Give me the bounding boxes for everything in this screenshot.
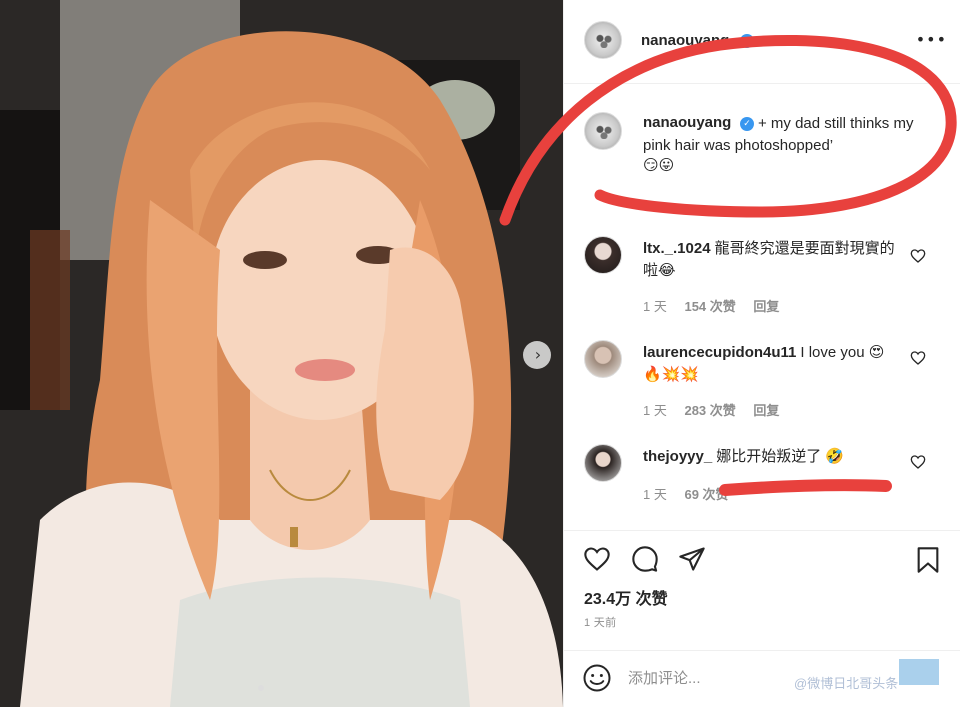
- comment-likes[interactable]: 69 次赞: [684, 487, 728, 502]
- commenter-avatar[interactable]: [584, 236, 622, 274]
- paper-plane-icon[interactable]: [677, 545, 707, 573]
- watermark-text: @微博日北哥头条: [794, 676, 899, 691]
- carousel-indicator: [258, 685, 264, 691]
- comment-meta: 1 天 154 次赞 回复: [643, 296, 793, 315]
- next-photo-button[interactable]: ›: [523, 341, 551, 369]
- post-time: 1 天前: [584, 617, 617, 629]
- commenter-avatar[interactable]: [584, 444, 622, 482]
- comment-reply-button[interactable]: 回复: [753, 299, 779, 314]
- verified-badge-icon: ✓: [740, 34, 754, 48]
- bookmark-icon[interactable]: [914, 545, 942, 575]
- action-bar: [564, 541, 960, 577]
- comment-reply-button[interactable]: 回复: [753, 403, 779, 418]
- comment-like-heart-icon[interactable]: [910, 248, 926, 264]
- owner-avatar[interactable]: [584, 21, 622, 59]
- smiley-icon[interactable]: [582, 663, 612, 693]
- comment-like-heart-icon[interactable]: [910, 350, 926, 366]
- comment-time: 1 天: [643, 487, 667, 502]
- likes-count[interactable]: 23.4万 次赞: [584, 585, 668, 609]
- post-header: nanaouyang ✓ •••: [564, 0, 960, 84]
- comment-username[interactable]: thejoyyy_: [643, 448, 712, 465]
- caption-avatar[interactable]: [584, 112, 622, 150]
- comment-body: thejoyyy_ 娜比开始叛逆了 🤣: [643, 446, 903, 468]
- comment-username[interactable]: laurencecupidon4u11: [643, 344, 796, 361]
- commenter-avatar[interactable]: [584, 340, 622, 378]
- add-comment-bar: @微博日北哥头条: [564, 650, 960, 707]
- speech-bubble-icon[interactable]: [630, 545, 660, 573]
- caption-emojis: 😏😛: [643, 157, 675, 174]
- comment-likes[interactable]: 154 次赞: [684, 299, 735, 314]
- post-side-panel: nanaouyang ✓ ••• nanaouyang ✓ + my dad s…: [563, 0, 960, 707]
- post-photo[interactable]: ›: [0, 0, 563, 707]
- comment-body: laurencecupidon4u11 I love you 😍🔥💥💥: [643, 342, 903, 386]
- post-comment-button[interactable]: [899, 659, 939, 685]
- comment-like-heart-icon[interactable]: [910, 454, 926, 470]
- comment-meta: 1 天 69 次赞: [643, 484, 743, 503]
- chevron-right-icon: ›: [534, 345, 542, 364]
- actions-divider: [564, 530, 960, 531]
- comment-text: 娜比开始叛逆了 🤣: [716, 448, 845, 465]
- comment-username[interactable]: ltx._.1024: [643, 240, 711, 257]
- comment-time: 1 天: [643, 403, 667, 418]
- comment-time: 1 天: [643, 299, 667, 314]
- caption-text: + my dad still thinks my pink hair was p…: [643, 115, 914, 154]
- more-dots-icon[interactable]: •••: [916, 30, 947, 49]
- comment-body: ltx._.1024 龍哥終究還是要面對現實的啦😂: [643, 238, 903, 282]
- heart-icon[interactable]: [582, 545, 612, 573]
- comment-likes[interactable]: 283 次赞: [684, 403, 735, 418]
- owner-username[interactable]: nanaouyang: [641, 32, 729, 49]
- comment-meta: 1 天 283 次赞 回复: [643, 400, 793, 419]
- photo-illustration: [0, 0, 563, 707]
